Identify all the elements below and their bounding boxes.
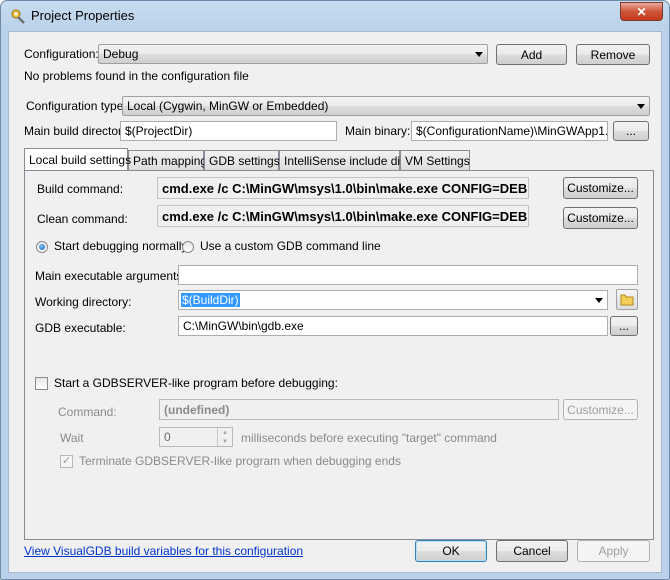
close-icon: ✕ (636, 4, 647, 19)
gdbserver-customize-button[interactable]: Customize... (563, 399, 638, 420)
configuration-type-select[interactable]: Local (Cygwin, MinGW or Embedded) (122, 96, 650, 116)
build-customize-button[interactable]: Customize... (563, 177, 638, 199)
tab-gdb-settings[interactable]: GDB settings (204, 150, 280, 170)
wait-suffix-label: milliseconds before executing "target" c… (241, 431, 497, 445)
configuration-type-value: Local (Cygwin, MinGW or Embedded) (127, 99, 329, 113)
title-bar[interactable]: Project Properties ✕ (1, 1, 669, 31)
main-binary-label: Main binary: (345, 124, 411, 138)
workdir-label: Working directory: (35, 295, 132, 309)
gdb-exe-browse-button[interactable]: ... (610, 316, 638, 336)
spin-up-icon: ▲ (222, 429, 228, 436)
tab-label: IntelliSense include dirs (284, 153, 411, 168)
tab-label: GDB settings (209, 153, 280, 168)
wait-label: Wait (60, 431, 84, 445)
configuration-value: Debug (103, 47, 139, 61)
clean-command-field[interactable]: cmd.exe /c C:\MinGW\msys\1.0\bin\make.ex… (157, 205, 529, 227)
spin-buttons[interactable]: ▲ ▼ (217, 428, 232, 446)
tab-strip: Local build settings Path mapping GDB se… (24, 148, 654, 172)
chevron-down-icon (595, 298, 603, 303)
radio-start-normally-label: Start debugging normally (54, 239, 188, 253)
main-binary-field[interactable]: $(ConfigurationName)\MinGWApp1.exe (411, 121, 608, 141)
gdbserver-checkbox-label: Start a GDBSERVER-like program before de… (54, 376, 338, 390)
remove-button[interactable]: Remove (576, 44, 650, 65)
configuration-type-label: Configuration type: (26, 99, 127, 113)
radio-custom-gdb-label: Use a custom GDB command line (200, 239, 381, 253)
terminate-label: Terminate GDBSERVER-like program when de… (79, 454, 401, 468)
build-dir-field[interactable]: $(ProjectDir) (120, 121, 337, 141)
close-button[interactable]: ✕ (620, 2, 663, 21)
gdb-exe-field[interactable]: C:\MinGW\bin\gdb.exe (178, 316, 608, 336)
dialog-body: Configuration: Debug Add Remove No probl… (8, 31, 662, 573)
clean-customize-button[interactable]: Customize... (563, 207, 638, 229)
window-title: Project Properties (31, 8, 135, 23)
configuration-label: Configuration: (24, 47, 99, 61)
chevron-down-icon (637, 104, 645, 109)
wait-spinner[interactable]: 0 ▲ ▼ (159, 427, 233, 447)
radio-custom-gdb[interactable] (182, 241, 194, 253)
project-properties-window: Project Properties ✕ Configuration: Debu… (0, 0, 670, 580)
clean-command-label: Clean command: (37, 212, 128, 226)
build-command-label: Build command: (37, 182, 124, 196)
chevron-down-icon (475, 52, 483, 57)
build-command-field[interactable]: cmd.exe /c C:\MinGW\msys\1.0\bin\make.ex… (157, 177, 529, 199)
terminate-checkbox[interactable]: ✓ (60, 455, 73, 468)
spin-down-icon: ▼ (222, 438, 228, 445)
args-field[interactable] (178, 265, 638, 285)
configuration-select[interactable]: Debug (98, 44, 488, 64)
tab-label: Local build settings (29, 152, 132, 167)
main-binary-browse-button[interactable]: ... (613, 121, 649, 141)
gdbserver-command-field[interactable]: (undefined) (159, 399, 559, 420)
add-button[interactable]: Add (496, 44, 567, 65)
build-variables-link[interactable]: View VisualGDB build variables for this … (24, 544, 303, 558)
tab-intellisense-include-dirs[interactable]: IntelliSense include dirs (279, 150, 410, 170)
gdbserver-command-label: Command: (58, 405, 117, 419)
cancel-button[interactable]: Cancel (496, 540, 568, 562)
gear-wrench-icon (10, 8, 26, 24)
gdbserver-checkbox[interactable] (35, 377, 48, 390)
tab-label: VM Settings (405, 153, 470, 168)
folder-icon (620, 294, 634, 306)
radio-start-normally[interactable] (36, 241, 48, 253)
args-label: Main executable arguments: (35, 269, 186, 283)
workdir-browse-button[interactable] (616, 289, 638, 310)
workdir-field[interactable]: $(BuildDir) (178, 290, 608, 310)
config-status-text: No problems found in the configuration f… (24, 69, 249, 83)
tab-path-mapping[interactable]: Path mapping (128, 150, 208, 170)
ok-button[interactable]: OK (415, 540, 487, 562)
tab-local-build-settings[interactable]: Local build settings (24, 148, 132, 170)
workdir-value: $(BuildDir) (181, 293, 240, 307)
wait-value: 0 (164, 430, 171, 444)
apply-button[interactable]: Apply (577, 540, 650, 562)
tab-label: Path mapping (133, 153, 208, 168)
local-build-settings-panel: Build command: cmd.exe /c C:\MinGW\msys\… (24, 170, 654, 540)
build-dir-label: Main build directory: (24, 124, 132, 138)
gdb-exe-label: GDB executable: (35, 321, 126, 335)
tab-vm-settings[interactable]: VM Settings (400, 150, 470, 170)
